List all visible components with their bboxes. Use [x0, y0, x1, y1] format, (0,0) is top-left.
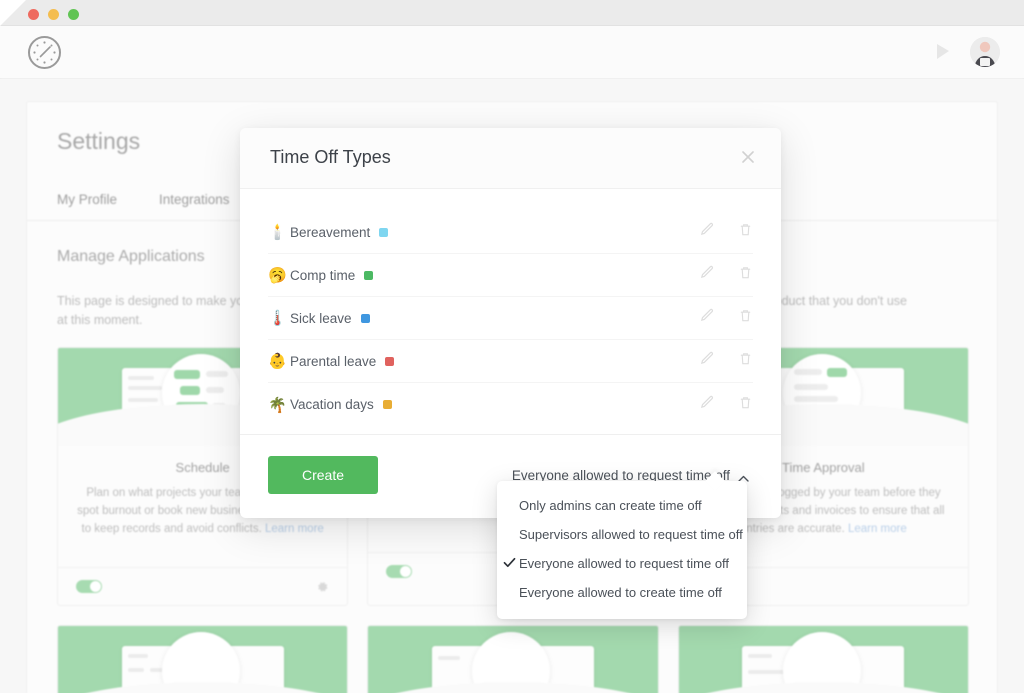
app-tile-row2-1[interactable] — [57, 625, 348, 693]
time-off-types-modal: Time Off Types 🕯️ Bereavement — [240, 128, 781, 518]
type-label: Parental leave — [290, 354, 376, 369]
baby-icon: 👶 — [268, 352, 290, 370]
check-icon — [503, 556, 516, 569]
gear-icon[interactable] — [316, 580, 329, 593]
app-header — [0, 26, 1024, 79]
app-tile-row2-3[interactable] — [678, 625, 969, 693]
sleepy-face-icon: 🥱 — [268, 266, 290, 284]
close-icon[interactable] — [739, 148, 757, 166]
page-title: Settings — [57, 128, 140, 155]
color-swatch — [379, 228, 388, 237]
table-row[interactable]: 🕯️ Bereavement — [268, 211, 753, 254]
pencil-icon[interactable] — [699, 351, 714, 371]
section-title: Manage Applications — [57, 248, 205, 266]
row-actions — [699, 265, 753, 285]
create-button[interactable]: Create — [268, 456, 378, 494]
row-actions — [699, 308, 753, 328]
color-swatch — [361, 314, 370, 323]
tile-illustration — [679, 626, 968, 693]
clock-timer-icon[interactable] — [28, 36, 61, 69]
window-titlebar — [0, 0, 1024, 26]
trash-icon[interactable] — [738, 265, 753, 285]
app-window: Settings My Profile Integrations Manage … — [0, 0, 1024, 693]
table-row[interactable]: 🥱 Comp time — [268, 254, 753, 297]
tile-illustration — [368, 626, 657, 693]
type-label: Comp time — [290, 268, 355, 283]
row-actions — [699, 395, 753, 415]
type-label: Vacation days — [290, 397, 374, 412]
menu-item-label: Only admins can create time off — [519, 498, 702, 513]
menu-item-label: Supervisors allowed to request time off — [519, 527, 743, 542]
header-actions — [934, 37, 1000, 67]
description-start: This page is designed to make your E — [57, 292, 266, 311]
avatar[interactable] — [970, 37, 1000, 67]
tile-toggle[interactable] — [76, 580, 102, 593]
color-swatch — [383, 400, 392, 409]
menu-item-supervisors[interactable]: Supervisors allowed to request time off — [497, 520, 747, 549]
maximize-window-button[interactable] — [68, 9, 79, 20]
tile-toggle[interactable] — [386, 565, 412, 578]
thermometer-icon: 🌡️ — [268, 309, 290, 327]
trash-icon[interactable] — [738, 308, 753, 328]
type-label: Bereavement — [290, 225, 370, 240]
pencil-icon[interactable] — [699, 395, 714, 415]
trash-icon[interactable] — [738, 395, 753, 415]
permission-dropdown-menu: Only admins can create time off Supervis… — [497, 481, 747, 619]
traffic-light-buttons — [28, 9, 79, 20]
menu-item-label: Everyone allowed to request time off — [519, 556, 729, 571]
app-tile-row2-2[interactable] — [367, 625, 658, 693]
trash-icon[interactable] — [738, 222, 753, 242]
learn-more-link[interactable]: Learn more — [848, 523, 907, 535]
trash-icon[interactable] — [738, 351, 753, 371]
row-actions — [699, 222, 753, 242]
modal-header: Time Off Types — [240, 128, 781, 189]
palm-tree-icon: 🌴 — [268, 396, 290, 414]
pencil-icon[interactable] — [699, 308, 714, 328]
color-swatch — [385, 357, 394, 366]
time-off-types-list: 🕯️ Bereavement 🥱 Comp time — [240, 189, 781, 426]
menu-item-everyone-request[interactable]: Everyone allowed to request time off — [497, 549, 747, 578]
tab-integrations[interactable]: Integrations — [159, 192, 230, 207]
modal-title: Time Off Types — [270, 147, 391, 168]
learn-more-link[interactable]: Learn more — [265, 523, 324, 535]
type-label: Sick leave — [290, 311, 352, 326]
menu-item-label: Everyone allowed to create time off — [519, 585, 722, 600]
row-actions — [699, 351, 753, 371]
pencil-icon[interactable] — [699, 265, 714, 285]
close-window-button[interactable] — [28, 9, 39, 20]
menu-item-only-admins[interactable]: Only admins can create time off — [497, 491, 747, 520]
menu-item-everyone-create[interactable]: Everyone allowed to create time off — [497, 578, 747, 607]
tile-illustration — [58, 626, 347, 693]
play-timer-icon[interactable] — [934, 42, 952, 62]
settings-tabs: My Profile Integrations — [57, 192, 230, 207]
table-row[interactable]: 🌡️ Sick leave — [268, 297, 753, 340]
tab-my-profile[interactable]: My Profile — [57, 192, 117, 207]
table-row[interactable]: 🌴 Vacation days — [268, 383, 753, 426]
minimize-window-button[interactable] — [48, 9, 59, 20]
chevron-up-icon — [738, 471, 749, 479]
color-swatch — [364, 271, 373, 280]
tile-footer — [58, 567, 347, 605]
pencil-icon[interactable] — [699, 222, 714, 242]
candle-icon: 🕯️ — [268, 223, 290, 241]
table-row[interactable]: 👶 Parental leave — [268, 340, 753, 383]
